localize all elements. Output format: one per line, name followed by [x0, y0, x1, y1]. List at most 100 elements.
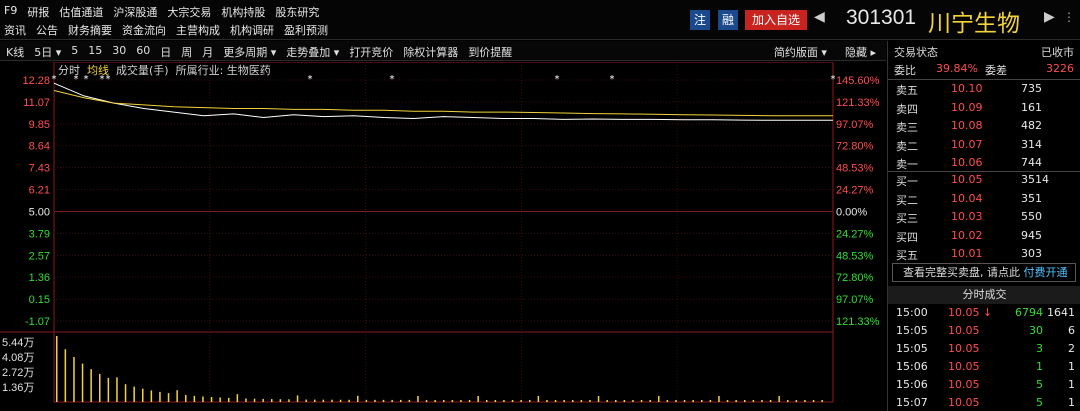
toolbar-item[interactable]: 周: [181, 44, 192, 60]
volume-bar: [176, 390, 178, 402]
full-orderbook-notice[interactable]: 查看完整买卖盘, 请点此 付费开通: [892, 263, 1076, 282]
tick-time: 15:05: [896, 324, 928, 337]
volume-bar: [322, 399, 325, 402]
volume-bar: [357, 395, 359, 402]
bid-row: 买五 10.01 303: [888, 245, 1080, 264]
toolbar-right-item[interactable]: 简约版面 ▾: [774, 44, 827, 60]
toolbar-item[interactable]: 5: [71, 44, 78, 60]
tick-price: 10.05 ↓: [948, 306, 993, 319]
y-axis-right-label: 97.07%: [836, 294, 874, 306]
y-axis-left-label: 3.79: [29, 228, 50, 240]
legend-fenshi[interactable]: 分时: [58, 62, 80, 78]
toolbar-item[interactable]: K线: [6, 44, 24, 60]
intraday-chart[interactable]: 12.28 145.60% 11.07 121.33% 9.85 97.07% 8.64 72…: [0, 61, 886, 411]
menu-item[interactable]: 估值通道: [59, 4, 109, 20]
menu-item[interactable]: 公告: [36, 22, 64, 38]
toolbar-item[interactable]: 打开竞价: [349, 44, 393, 60]
tick-time: 15:00: [896, 306, 928, 319]
toolbar-right-item[interactable]: 隐藏 ▸: [845, 44, 876, 60]
volume-bar: [434, 399, 436, 402]
toolbar-item[interactable]: 更多周期 ▾: [223, 44, 276, 60]
menu-item[interactable]: 大宗交易: [167, 4, 217, 20]
legend-junxian[interactable]: 均线: [87, 62, 109, 78]
volume-bar: [666, 399, 669, 402]
prev-stock-icon[interactable]: ◀: [814, 9, 825, 25]
volume-bar: [597, 395, 600, 402]
volume-bar: [400, 399, 402, 402]
tick-volume: 1: [1036, 360, 1043, 373]
order-label: 买三: [896, 212, 918, 225]
toolbar-item[interactable]: 到价提醒: [468, 44, 512, 60]
add-watchlist-button[interactable]: 加入自选: [745, 10, 807, 30]
tick-row: 15:05 10.05 3 2: [888, 340, 1080, 358]
menu-item[interactable]: 股东研究: [275, 4, 325, 20]
margin-badge[interactable]: 注: [690, 10, 710, 30]
menu-item[interactable]: 资讯: [4, 22, 32, 38]
volume-bar: [520, 399, 522, 402]
menu-item[interactable]: 财务摘要: [68, 22, 118, 38]
volume-bar: [477, 395, 479, 402]
menu-item[interactable]: 主营构成: [176, 22, 226, 38]
toolbar-item[interactable]: 除权计算器: [403, 44, 458, 60]
volume-bar: [56, 336, 58, 402]
menu-item[interactable]: 研报: [27, 4, 55, 20]
volume-bar: [90, 369, 92, 402]
menu-item[interactable]: 机构调研: [230, 22, 280, 38]
tick-price: 10.05: [948, 324, 980, 337]
order-label: 卖三: [896, 121, 918, 134]
menu-item[interactable]: 资金流向: [122, 22, 172, 38]
toolbar-item[interactable]: 5日 ▾: [34, 44, 61, 60]
volume-bar: [821, 399, 823, 402]
volume-bar: [787, 399, 789, 402]
volume-bar: [752, 399, 755, 402]
toolbar-item[interactable]: 15: [88, 44, 102, 60]
volume-bar: [331, 399, 333, 402]
order-price: 10.03: [951, 210, 983, 223]
volume-bar: [572, 399, 574, 402]
volume-bar: [425, 399, 428, 402]
financing-badge[interactable]: 融: [718, 10, 738, 30]
next-stock-icon[interactable]: ▶: [1044, 9, 1055, 25]
legend-industry: 所属行业: 生物医药: [175, 64, 271, 77]
volume-bar: [253, 398, 256, 402]
volume-bar: [193, 395, 196, 402]
volume-bar: [726, 399, 729, 402]
order-volume: 550: [1021, 210, 1042, 223]
y-axis-left-label: 5.00: [29, 206, 50, 218]
menu-item[interactable]: 机构持股: [221, 4, 271, 20]
order-label: 卖一: [896, 158, 918, 171]
y-axis-right-label: 121.33%: [836, 97, 880, 109]
order-price: 10.02: [951, 228, 983, 242]
order-volume: 482: [1021, 119, 1042, 132]
toolbar-item[interactable]: 月: [202, 44, 213, 60]
volume-bar: [382, 399, 385, 402]
volume-bar: [649, 399, 651, 402]
toolbar-item[interactable]: 走势叠加 ▾: [286, 44, 339, 60]
menu-item[interactable]: 沪深股通: [113, 4, 163, 20]
more-icon[interactable]: ⋮: [1063, 10, 1075, 24]
volume-bar: [81, 363, 84, 402]
order-label: 卖五: [896, 84, 918, 97]
order-price: 10.01: [951, 247, 983, 260]
toolbar-item[interactable]: 30: [112, 44, 126, 60]
volume-bar: [142, 388, 144, 402]
y-axis-left-label: 6.21: [29, 185, 50, 197]
menu-item[interactable]: F9: [4, 4, 23, 20]
volume-axis-label: 2.72万: [2, 367, 34, 379]
bid-row: 买一 10.05 3514: [888, 171, 1080, 190]
volume-axis-label: 4.08万: [2, 352, 34, 364]
legend-volume[interactable]: 成交量(手): [116, 62, 169, 78]
volume-bar: [709, 399, 712, 402]
status-value: 已收市: [1041, 46, 1074, 59]
y-axis-left-label: 1.36: [29, 272, 50, 284]
menu-item[interactable]: 盈利预测: [284, 22, 334, 38]
tick-volume: 30: [1029, 324, 1043, 337]
y-axis-left-label: 9.85: [29, 119, 50, 131]
order-label: 买四: [896, 230, 918, 244]
toolbar-item[interactable]: 60: [136, 44, 150, 60]
volume-bar: [150, 390, 153, 402]
tick-time: 15:06: [896, 378, 928, 391]
y-axis-right-label: 48.53%: [836, 163, 874, 175]
pay-link[interactable]: 付费开通: [1024, 266, 1068, 279]
toolbar-item[interactable]: 日: [160, 44, 171, 60]
